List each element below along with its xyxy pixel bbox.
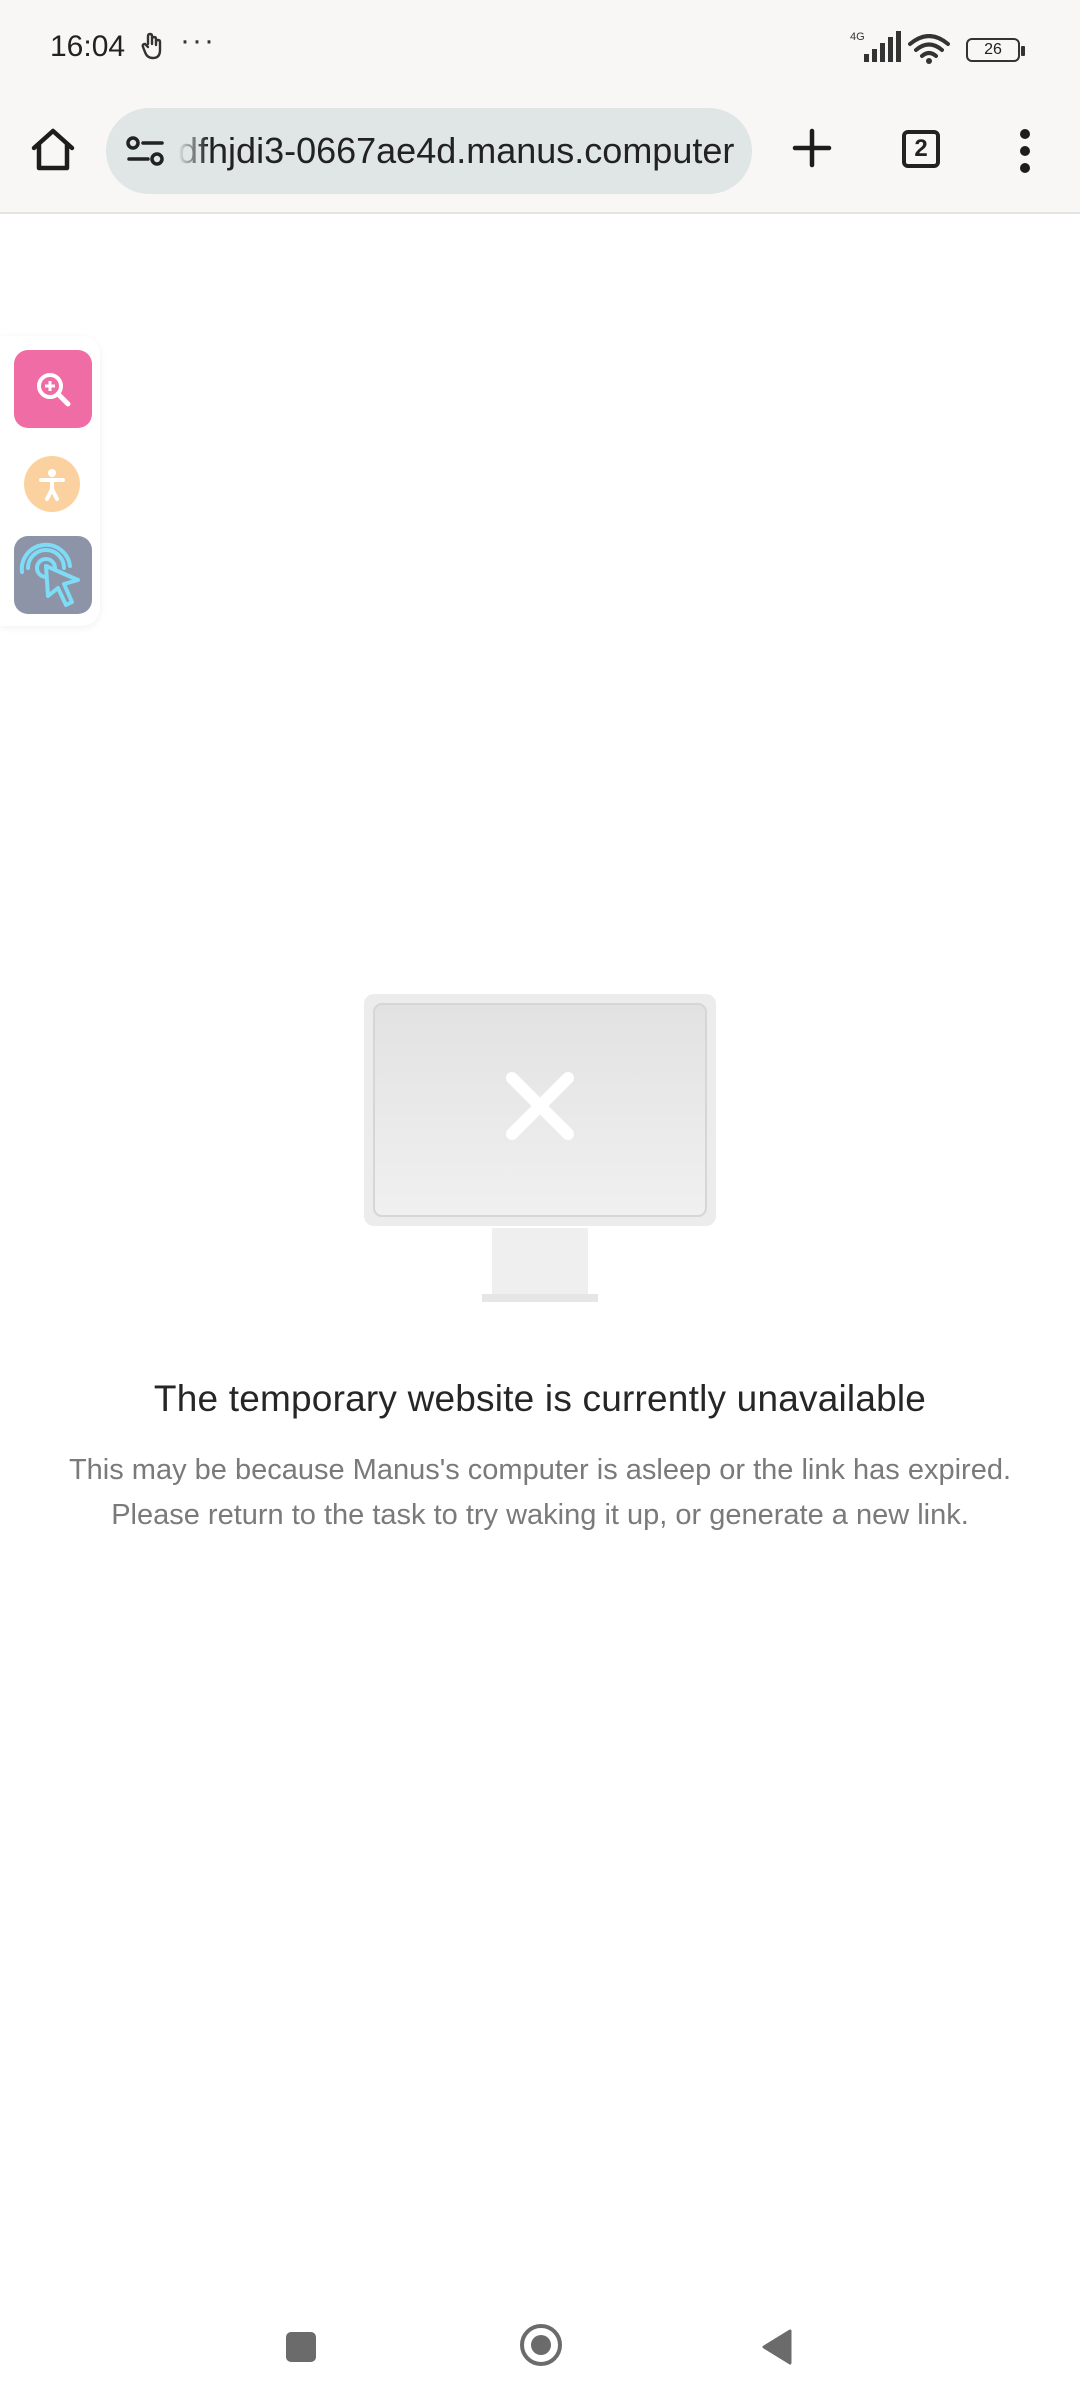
accessibility-button[interactable] [14, 446, 92, 524]
error-description-line-1: This may be because Manus's computer is … [68, 1454, 1012, 1486]
back-icon[interactable] [760, 2328, 794, 2371]
accessibility-icon [24, 456, 80, 512]
url-text[interactable]: dfhjdi3-0667ae4d.manus.computer [178, 130, 736, 172]
network-label: 4G [850, 31, 865, 43]
home-nav-icon[interactable] [520, 2324, 562, 2366]
zoom-icon [37, 373, 71, 407]
more-dots-icon: ··· [180, 24, 216, 57]
status-time: 16:04 [50, 30, 126, 63]
battery-icon: 26 [966, 38, 1025, 62]
site-info-icon[interactable] [124, 130, 168, 174]
unavailable-monitor-icon [364, 994, 716, 1309]
browser-toolbar: dfhjdi3-0667ae4d.manus.computer 2 [0, 100, 1080, 214]
signal-icon: 4G [850, 30, 902, 69]
gesture-icon [140, 32, 168, 67]
address-bar[interactable]: dfhjdi3-0667ae4d.manus.computer [106, 108, 752, 194]
menu-icon[interactable] [1010, 126, 1040, 176]
error-description: This may be because Manus's computer is … [40, 1448, 1040, 1538]
floating-tools-panel [0, 336, 100, 626]
system-nav-bar [0, 2300, 1080, 2400]
status-bar: 16:04 ··· 4G 26 [0, 0, 1080, 100]
tabs-icon[interactable]: 2 [902, 130, 940, 168]
home-icon[interactable] [28, 124, 78, 180]
wifi-icon [908, 34, 950, 69]
error-title: The temporary website is currently unava… [153, 1378, 927, 1419]
touch-cursor-button[interactable] [14, 536, 92, 614]
new-tab-icon[interactable] [790, 126, 834, 170]
touch-cursor-icon [19, 542, 80, 607]
zoom-button[interactable] [14, 350, 92, 428]
recents-icon[interactable] [286, 2332, 316, 2362]
error-description-line-2: Please return to the task to try waking … [111, 1499, 969, 1531]
